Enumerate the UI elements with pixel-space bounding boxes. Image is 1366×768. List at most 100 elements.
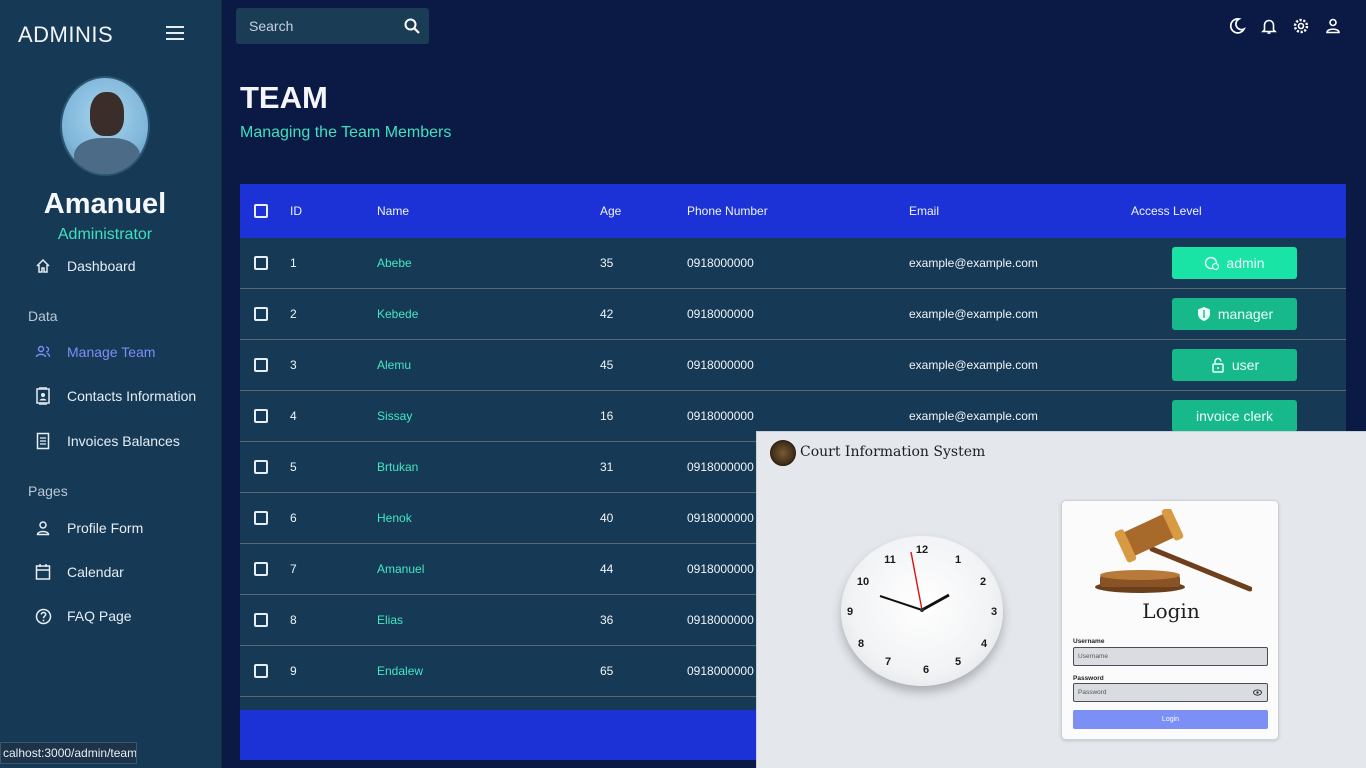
help-icon xyxy=(34,607,52,625)
sidebar-item-manage-team[interactable]: Manage Team xyxy=(34,340,155,364)
sidebar-item-contacts[interactable]: Contacts Information xyxy=(34,384,196,408)
search-input[interactable] xyxy=(236,8,401,44)
cell-name: Endalew xyxy=(377,664,424,678)
section-label-pages: Pages xyxy=(28,483,68,499)
table-header: ID Name Age Phone Number Email Access Le… xyxy=(240,184,1346,238)
cell-phone: 0918000000 xyxy=(687,307,754,321)
select-all-checkbox[interactable] xyxy=(254,204,268,218)
user-name: Amanuel xyxy=(43,188,167,220)
people-icon xyxy=(34,343,52,361)
row-checkbox[interactable] xyxy=(254,664,268,678)
user-role: Administrator xyxy=(57,226,153,243)
password-placeholder: Password xyxy=(1078,689,1107,696)
search-box xyxy=(236,8,429,44)
column-header-email[interactable]: Email xyxy=(909,184,939,238)
court-window-title: Court Information System xyxy=(800,444,986,460)
cell-id: 8 xyxy=(290,613,297,627)
login-button[interactable]: Login xyxy=(1073,710,1268,729)
dark-mode-icon[interactable] xyxy=(1228,16,1246,36)
password-field[interactable]: Password xyxy=(1073,683,1268,702)
cell-id: 2 xyxy=(290,307,297,321)
admin-panel-icon xyxy=(1204,255,1220,271)
cell-id: 9 xyxy=(290,664,297,678)
cell-name: Kebede xyxy=(377,307,419,321)
cell-phone: 0918000000 xyxy=(687,460,754,474)
cell-id: 4 xyxy=(290,409,297,423)
column-header-phone[interactable]: Phone Number xyxy=(687,184,768,238)
menu-toggle-icon[interactable] xyxy=(166,26,184,42)
cell-age: 42 xyxy=(600,307,614,321)
gavel-icon xyxy=(1095,509,1252,593)
cell-id: 1 xyxy=(290,256,297,270)
table-row[interactable]: 1 Abebe 35 0918000000 example@example.co… xyxy=(240,238,1346,289)
table-row[interactable]: 2 Kebede 42 0918000000 example@example.c… xyxy=(240,289,1346,340)
sidebar-item-label: Calendar xyxy=(67,564,124,580)
cell-name: Sissay xyxy=(377,409,413,423)
password-label: Password xyxy=(1073,675,1104,682)
access-badge-manager[interactable]: manager xyxy=(1172,298,1297,330)
column-header-name[interactable]: Name xyxy=(377,184,409,238)
person-icon xyxy=(34,519,52,537)
cell-phone: 0918000000 xyxy=(687,613,754,627)
row-checkbox[interactable] xyxy=(254,511,268,525)
access-badge-admin[interactable]: admin xyxy=(1172,247,1297,279)
column-header-id[interactable]: ID xyxy=(290,184,302,238)
row-checkbox[interactable] xyxy=(254,562,268,576)
username-field[interactable]: Username xyxy=(1073,647,1268,666)
cell-age: 44 xyxy=(600,562,614,576)
access-label: manager xyxy=(1217,306,1274,322)
settings-icon[interactable] xyxy=(1292,16,1310,36)
account-icon[interactable] xyxy=(1324,16,1342,36)
username-label: Username xyxy=(1073,638,1105,645)
show-password-icon[interactable] xyxy=(1253,689,1262,696)
court-login-window: Court Information System 12 1 2 3 4 5 6 … xyxy=(756,431,1366,768)
brand-logo-text: ADMINIS xyxy=(18,22,114,47)
access-badge-invoice-clerk[interactable]: invoice clerk xyxy=(1172,400,1297,432)
security-shield-icon xyxy=(1196,306,1212,322)
cell-phone: 0918000000 xyxy=(687,409,754,423)
sidebar-item-dashboard[interactable]: Dashboard xyxy=(34,254,136,278)
login-card: Login Username Username Password Passwor… xyxy=(1061,500,1279,740)
row-checkbox[interactable] xyxy=(254,358,268,372)
access-badge-user[interactable]: user xyxy=(1172,349,1297,381)
sidebar-item-invoices[interactable]: Invoices Balances xyxy=(34,429,180,453)
row-checkbox[interactable] xyxy=(254,613,268,627)
cell-id: 3 xyxy=(290,358,297,372)
cell-name: Henok xyxy=(377,511,412,525)
court-logo xyxy=(770,440,796,466)
cell-phone: 0918000000 xyxy=(687,358,754,372)
cell-age: 35 xyxy=(600,256,614,270)
page-title: TEAM xyxy=(240,80,328,115)
row-checkbox[interactable] xyxy=(254,307,268,321)
sidebar-item-faq[interactable]: FAQ Page xyxy=(34,604,132,628)
cell-phone: 0918000000 xyxy=(687,256,754,270)
cell-name: Alemu xyxy=(377,358,412,372)
topbar-icons xyxy=(1228,16,1342,36)
row-checkbox[interactable] xyxy=(254,460,268,474)
search-icon[interactable] xyxy=(403,17,421,35)
table-row[interactable]: 3 Alemu 45 0918000000 example@example.co… xyxy=(240,340,1346,391)
row-checkbox[interactable] xyxy=(254,409,268,423)
row-checkbox[interactable] xyxy=(254,256,268,270)
sidebar-item-label: Dashboard xyxy=(67,258,136,274)
clock-hands xyxy=(879,551,950,612)
cell-phone: 0918000000 xyxy=(687,511,754,525)
cell-name: Abebe xyxy=(377,256,412,270)
cell-phone: 0918000000 xyxy=(687,562,754,576)
page-subtitle: Managing the Team Members xyxy=(240,124,452,141)
column-header-access[interactable]: Access Level xyxy=(1131,184,1202,238)
sidebar-item-label: Contacts Information xyxy=(67,388,197,404)
sidebar-item-label: Manage Team xyxy=(67,344,156,360)
cell-age: 45 xyxy=(600,358,614,372)
access-label: admin xyxy=(1226,255,1265,271)
contacts-icon xyxy=(34,387,52,405)
cell-email: example@example.com xyxy=(909,256,1038,270)
notifications-icon[interactable] xyxy=(1260,16,1278,36)
sidebar-item-profile-form[interactable]: Profile Form xyxy=(34,516,143,540)
sidebar: ADMINIS Amanuel Administrator Dashboard … xyxy=(0,0,222,768)
cell-name: Brtukan xyxy=(377,460,419,474)
sidebar-item-calendar[interactable]: Calendar xyxy=(34,560,124,584)
cell-email: example@example.com xyxy=(909,358,1038,372)
column-header-age[interactable]: Age xyxy=(600,184,621,238)
sidebar-item-label: FAQ Page xyxy=(67,608,132,624)
